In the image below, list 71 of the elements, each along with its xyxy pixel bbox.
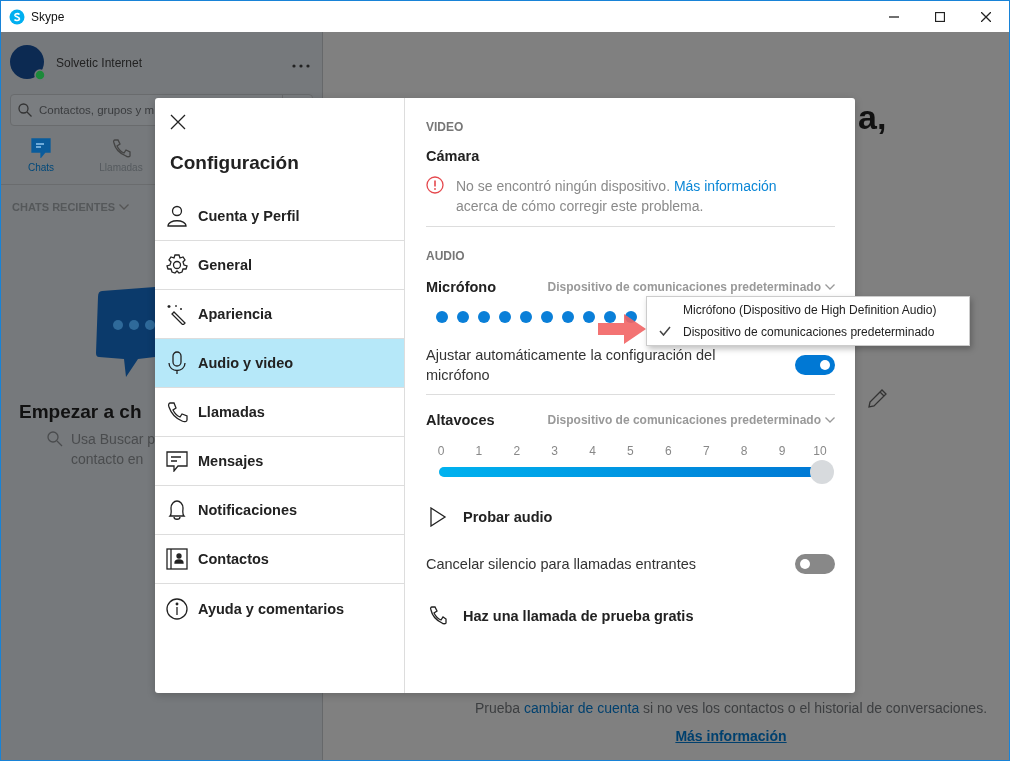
- slider-thumb[interactable]: [810, 460, 834, 484]
- tick-label: 9: [777, 444, 787, 458]
- tick-label: 6: [664, 444, 673, 458]
- annotation-arrow: [598, 314, 646, 344]
- nav-item[interactable]: Llamadas: [155, 388, 404, 437]
- warning-icon: [426, 176, 444, 194]
- close-button[interactable]: [169, 114, 187, 132]
- contact-card-icon: [166, 548, 188, 570]
- avatar[interactable]: [10, 45, 46, 81]
- nav-item[interactable]: Notificaciones: [155, 486, 404, 535]
- section-title: AUDIO: [426, 249, 466, 263]
- nav-item[interactable]: Contactos: [155, 535, 404, 584]
- dialog-title: Configuración: [170, 152, 300, 174]
- test-audio-button[interactable]: Probar audio: [426, 507, 835, 527]
- nav-item[interactable]: Apariencia: [155, 290, 404, 339]
- more-icon: [292, 64, 310, 68]
- tick-label: 7: [701, 444, 711, 458]
- magic-wand-icon: [166, 303, 188, 325]
- phone-icon: [111, 137, 131, 158]
- speakers-label: Altavoces: [426, 412, 495, 428]
- chevron-down-icon: [119, 204, 130, 210]
- search-icon: [47, 431, 63, 447]
- tick-label: 10: [812, 444, 827, 458]
- chat-icon: [31, 137, 51, 158]
- chat-bubble-icon: [96, 287, 155, 377]
- phone-icon: [166, 401, 188, 423]
- footer-text: Prueba cambiar de cuenta si no ves los contactos o el historial de conversaciones.: [474, 700, 988, 716]
- bell-icon: [166, 499, 188, 521]
- tick-label: 2: [512, 444, 522, 458]
- nav-item[interactable]: Audio y video: [155, 339, 404, 388]
- tick-label: 8: [739, 444, 749, 458]
- setting-label: Cancelar silencio para llamadas entrantes: [426, 555, 696, 574]
- chevron-down-icon: [825, 417, 835, 423]
- empty-title: Empezar a ch: [19, 401, 142, 423]
- chevron-down-icon: [825, 284, 835, 290]
- menu-option[interactable]: Micrófono (Dispositivo de High Definition Audio): [647, 299, 969, 321]
- test-call-button[interactable]: Haz una llamada de prueba gratis: [426, 606, 835, 626]
- tick-label: 3: [550, 444, 559, 458]
- section-title: VIDEO: [426, 120, 465, 134]
- close-icon: [981, 11, 991, 22]
- menu-option[interactable]: Dispositivo de comunicaciones predeterminado: [647, 321, 969, 343]
- window-title: Skype: [31, 9, 65, 24]
- tick-label: 4: [588, 444, 597, 458]
- close-icon: [170, 114, 186, 130]
- microphone-label: Micrófono: [426, 279, 497, 295]
- tick-label: 1: [474, 444, 484, 458]
- nav-item[interactable]: Cuenta y Perfil: [155, 192, 404, 241]
- toggle-switch[interactable]: [795, 554, 835, 574]
- info-icon: [166, 597, 188, 620]
- tick-label: 0: [436, 444, 446, 458]
- search-icon: [18, 103, 32, 117]
- error-message: No se encontró ningún dispositivo. Más información acerca de cómo corregir este problema.: [456, 177, 777, 216]
- tick-label: 5: [626, 444, 635, 458]
- more-info-link[interactable]: Más información: [673, 178, 777, 194]
- skype-logo-icon: [9, 8, 25, 25]
- setting-label: Ajustar automáticamente la configuración del micrófono: [426, 346, 717, 385]
- maximize-icon: [935, 11, 945, 22]
- pencil-icon: [866, 388, 888, 410]
- message-icon: [166, 450, 188, 472]
- camera-label: Cámara: [426, 148, 481, 164]
- play-icon: [429, 507, 447, 527]
- greeting-heading: a,: [858, 98, 887, 137]
- phone-icon: [429, 606, 447, 626]
- profile-name: Solvetic Internet: [56, 56, 143, 70]
- settings-icon: [166, 254, 188, 276]
- microphone-icon: [166, 351, 188, 375]
- nav-item[interactable]: General: [155, 241, 404, 290]
- check-icon: [659, 326, 671, 336]
- nav-item[interactable]: Mensajes: [155, 437, 404, 486]
- person-icon: [166, 205, 188, 227]
- toggle-switch[interactable]: [795, 355, 835, 375]
